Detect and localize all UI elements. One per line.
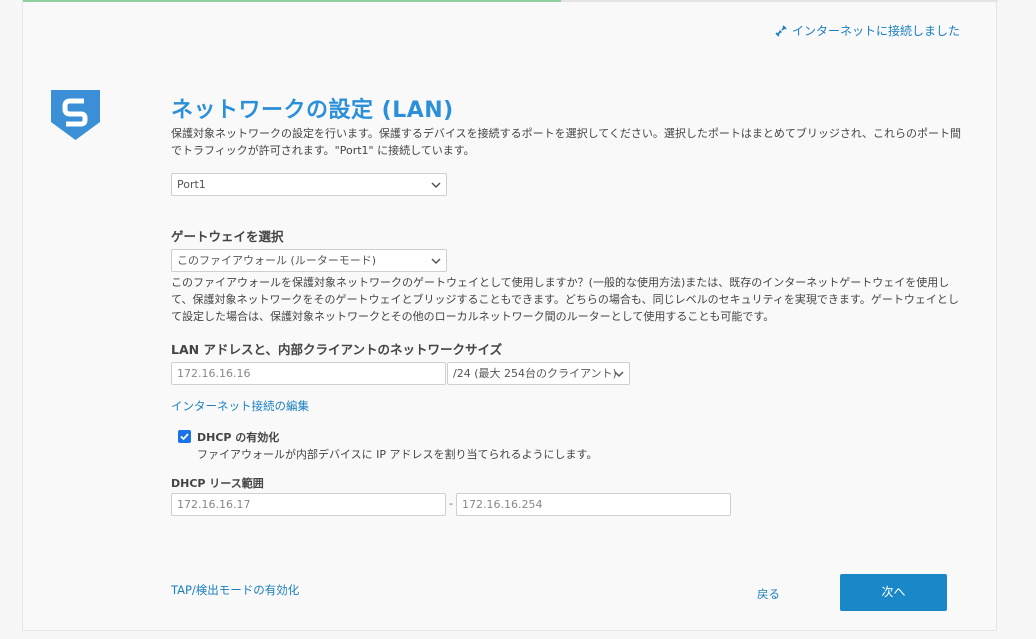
page-description: 保護対象ネットワークの設定を行います。保護するデバイスを接続するポートを選択して… [171,127,962,157]
back-button[interactable]: 戻る [757,586,780,602]
check-icon [180,433,189,441]
dhcp-enable-label: DHCP の有効化 [197,431,280,444]
connected-icon [775,24,787,37]
gateway-label: ゲートウェイを選択 [171,229,284,244]
gateway-select-value: このファイアウォール (ルーターモード) [177,254,377,267]
gateway-description: このファイアウォールを保護対象ネットワークのゲートウェイとして使用しますか？(一… [171,276,959,323]
connection-status: インターネットに接続しました [774,22,960,39]
next-button[interactable]: 次へ [840,574,947,611]
tap-mode-link[interactable]: TAP/検出モードの有効化 [171,582,299,598]
chevron-down-icon [431,258,441,265]
edit-internet-link[interactable]: インターネット接続の編集 [171,398,309,414]
dhcp-enable-description: ファイアウォールが内部デバイスに IP アドレスを割り当てられるようにします。 [197,448,598,461]
netmask-select-value: /24 (最大 254台のクライアント) [453,367,617,380]
sophos-logo-icon [51,90,100,140]
progress-track [23,0,998,2]
chevron-down-icon [614,371,624,378]
gateway-select[interactable]: このファイアウォール (ルーターモード) [171,249,447,272]
dhcp-enable-checkbox[interactable] [178,430,191,443]
lan-label: LAN アドレスと、内部クライアントのネットワークサイズ [171,342,503,357]
setup-panel: インターネットに接続しました ネットワークの設定 (LAN) 保護対象ネットワー… [22,0,998,631]
range-separator: - [449,497,453,510]
page-title: ネットワークの設定 (LAN) [171,98,454,123]
netmask-select[interactable]: /24 (最大 254台のクライアント) [447,362,630,385]
chevron-down-icon [431,182,441,189]
progress-fill [23,0,562,2]
port-select-value: Port1 [177,178,206,191]
dhcp-range-end-input[interactable]: 172.16.16.254 [456,493,731,516]
dhcp-range-label: DHCP リース範囲 [171,477,264,490]
lan-address-input[interactable]: 172.16.16.16 [171,362,446,385]
connection-status-text: インターネットに接続しました [791,24,960,38]
dhcp-range-start-input[interactable]: 172.16.16.17 [171,493,446,516]
port-select[interactable]: Port1 [171,173,447,196]
